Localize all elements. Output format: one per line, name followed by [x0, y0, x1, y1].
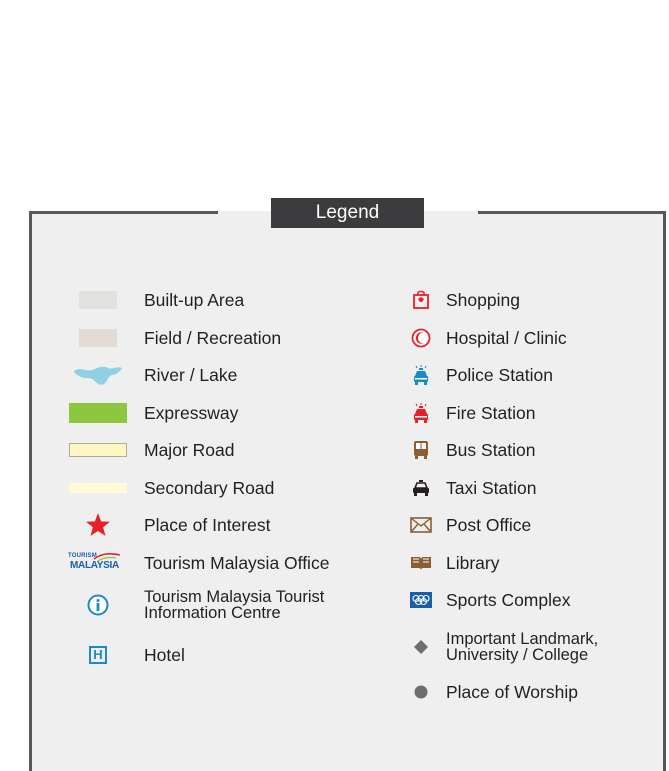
legend-label-line-2: University / College [446, 646, 589, 664]
legend-label: Library [446, 553, 500, 573]
legend-item-police-station: Police Station [396, 358, 553, 392]
hotel-icon: H [89, 646, 107, 664]
tourism-malaysia-logo: TOURISM MALAYSIA [58, 551, 138, 575]
legend-label: Fire Station [446, 403, 536, 423]
legend-label: Field / Recreation [144, 328, 282, 348]
secondary-road-swatch [69, 483, 127, 493]
legend-item-fire-station: Fire Station [396, 396, 535, 430]
legend-item-field-recreation: Field / Recreation [52, 321, 281, 355]
diamond-icon [414, 640, 428, 654]
river-lake-shape [74, 366, 122, 385]
legend-label-line-1: Important Landmark, [446, 630, 599, 648]
book-icon [411, 557, 431, 570]
legend-label: Place of Interest [144, 515, 271, 535]
legend-item-post-office: Post Office [396, 508, 531, 542]
major-road-swatch [69, 443, 127, 457]
legend-item-place-of-interest: Place of Interest [52, 508, 270, 542]
legend-label-multiline: Important Landmark, University / College [446, 630, 599, 664]
shopping-bag-icon [413, 290, 429, 309]
legend-label-multiline: Tourism Malaysia Tourist Information Cen… [144, 588, 325, 622]
legend-item-library: Library [396, 546, 500, 580]
legend-item-tourist-information-centre: Tourism Malaysia Tourist Information Cen… [52, 588, 324, 622]
expressway-swatch [69, 403, 127, 423]
legend-item-secondary-road: Secondary Road [52, 471, 274, 505]
legend-item-built-up-area: Built-up Area [52, 283, 244, 317]
legend-item-shopping: Shopping [396, 283, 520, 317]
info-icon [87, 594, 109, 616]
legend-item-sports-complex: Sports Complex [396, 583, 571, 617]
legend-label-line-1: Tourism Malaysia Tourist [144, 588, 325, 606]
legend-label: Built-up Area [144, 290, 245, 310]
legend-label: Hotel [144, 645, 185, 665]
legend-item-expressway: Expressway [52, 396, 238, 430]
legend-item-bus-station: Bus Station [396, 433, 536, 467]
legend-label: Tourism Malaysia Office [144, 553, 330, 573]
legend-label: Taxi Station [446, 478, 537, 498]
legend-label: Sports Complex [446, 590, 571, 610]
bus-icon [414, 441, 428, 459]
star-icon [86, 513, 110, 536]
hotel-glyph: H [93, 647, 103, 662]
built-up-area-swatch [79, 291, 117, 309]
legend-top-border-left [29, 211, 218, 214]
legend-item-important-landmark: Important Landmark, University / College [396, 630, 598, 664]
fire-truck-icon [414, 403, 428, 423]
legend-label: Major Road [144, 440, 235, 460]
logo-swoosh [93, 553, 121, 562]
legend-item-hospital-clinic: Hospital / Clinic [396, 321, 567, 355]
legend-label: Hospital / Clinic [446, 328, 567, 348]
envelope-icon [410, 517, 432, 533]
legend-label: Police Station [446, 365, 554, 385]
legend-label: Expressway [144, 403, 239, 423]
legend-item-major-road: Major Road [52, 433, 234, 467]
legend-item-tourism-malaysia-office: TOURISM MALAYSIA Tourism Malaysia Office [52, 546, 329, 580]
circle-icon [414, 685, 428, 699]
legend-item-hotel: H Hotel [52, 638, 185, 672]
crescent-icon [411, 328, 431, 348]
legend-label: Place of Worship [446, 682, 578, 702]
legend-item-river-lake: River / Lake [52, 358, 237, 392]
legend-label: Post Office [446, 515, 532, 535]
taxi-icon [413, 480, 429, 496]
field-recreation-swatch [79, 329, 117, 347]
legend-label: Bus Station [446, 440, 536, 460]
legend-label: Secondary Road [144, 478, 275, 498]
legend-label-line-2: Information Centre [144, 604, 281, 622]
legend-label: Shopping [446, 290, 520, 310]
police-car-icon [414, 365, 428, 385]
legend-top-border-right [478, 211, 666, 214]
legend-item-place-of-worship: Place of Worship [396, 675, 578, 709]
olympic-rings-icon [410, 592, 432, 608]
legend-item-taxi-station: Taxi Station [396, 471, 536, 505]
legend-title: Legend [271, 198, 424, 228]
legend-label: River / Lake [144, 365, 238, 385]
